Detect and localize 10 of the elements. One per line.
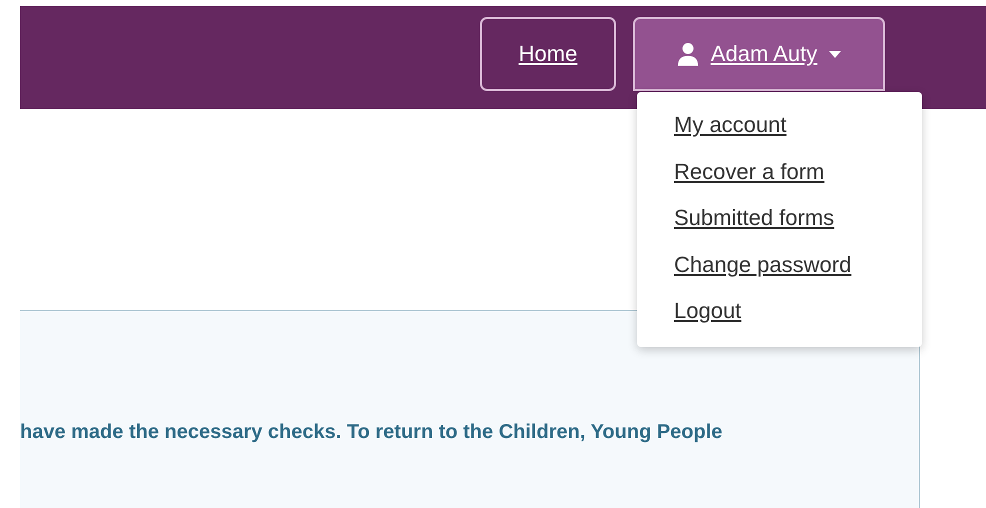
menu-item[interactable]: Recover a form	[674, 148, 824, 195]
menu-item[interactable]: Submitted forms	[674, 195, 834, 242]
info-text: have made the necessary checks. To return to the Children, Young People	[20, 421, 724, 444]
home-link[interactable]: Home	[480, 17, 616, 91]
menu-item[interactable]: Change password	[674, 242, 852, 288]
caret-icon	[829, 50, 842, 58]
user-icon	[676, 42, 699, 66]
user-menu-button[interactable]: Adam Auty	[633, 17, 885, 91]
menu-item[interactable]: My account	[674, 102, 786, 148]
menu-item[interactable]: Logout	[674, 288, 742, 334]
